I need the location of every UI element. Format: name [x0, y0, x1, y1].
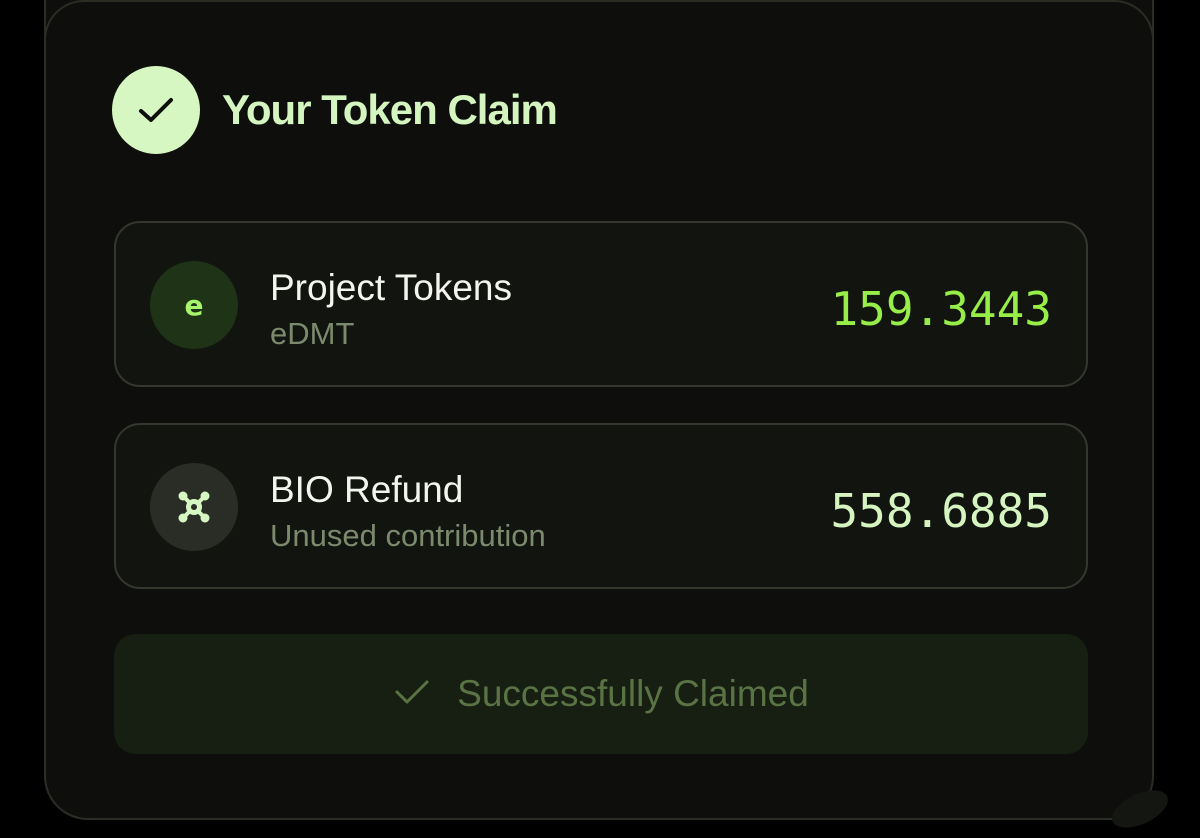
row-title: Project Tokens: [270, 267, 512, 308]
token-icon-letter: e: [184, 288, 204, 322]
row-title: BIO Refund: [270, 469, 464, 510]
bio-refund-amount: 558.6885: [830, 484, 1052, 538]
check-icon: [393, 677, 431, 712]
row-text: Project Tokens eDMT: [270, 267, 512, 355]
row-subtitle: Unused contribution: [270, 518, 546, 553]
successfully-claimed-button[interactable]: Successfully Claimed: [114, 634, 1088, 754]
claim-header: Your Token Claim: [112, 66, 558, 154]
project-tokens-row: e Project Tokens eDMT 159.3443: [114, 221, 1088, 387]
page-title: Your Token Claim: [222, 86, 558, 133]
edmt-token-icon: e: [150, 261, 238, 349]
project-tokens-amount: 159.3443: [830, 282, 1052, 336]
row-text: BIO Refund Unused contribution: [270, 469, 546, 557]
check-icon: [112, 66, 200, 154]
claimed-label: Successfully Claimed: [457, 673, 809, 714]
row-subtitle: eDMT: [270, 316, 355, 351]
bio-token-icon: [150, 463, 238, 551]
token-claim-card: Your Token Claim e Project Tokens eDMT 1…: [44, 0, 1154, 820]
bio-refund-row: BIO Refund Unused contribution 558.6885: [114, 423, 1088, 589]
